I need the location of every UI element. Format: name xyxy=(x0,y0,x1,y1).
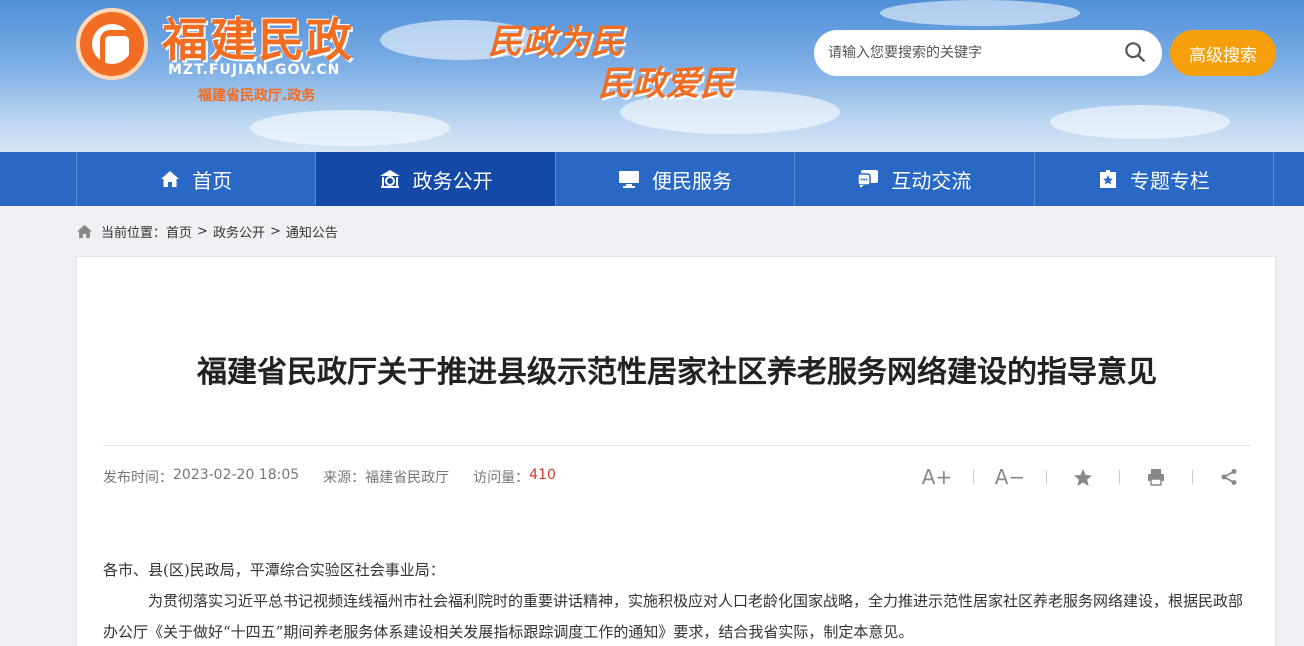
cloud-decoration xyxy=(880,0,1080,26)
site-name[interactable]: 福建民政 xyxy=(162,4,354,70)
favorite-button[interactable] xyxy=(1063,463,1103,491)
nav-inner: 首页 政务公开 便民服务 互动交流 专题专栏 xyxy=(76,152,1275,206)
home-icon xyxy=(161,171,180,187)
cloud-decoration xyxy=(250,110,450,146)
monitor-icon xyxy=(619,171,640,188)
article-paragraph: 为贯彻落实习近平总书记视频连线福州市社会福利院时的重要讲话精神，实施积极应对人口… xyxy=(103,592,1244,641)
site-subtitle: 福建省民政厅.政务 xyxy=(198,88,316,104)
breadcrumb-separator: > xyxy=(269,223,281,239)
share-icon xyxy=(1221,469,1237,485)
star-icon xyxy=(1074,468,1092,486)
nav-item-public-service[interactable]: 便民服务 xyxy=(554,152,794,206)
site-logo[interactable] xyxy=(76,8,148,80)
breadcrumb-prefix: 当前位置： xyxy=(101,225,167,241)
article-meta: 发布时间： 2023-02-20 18:05 来源： 福建省民政厅 访问量： 4… xyxy=(103,467,556,487)
nav-item-label: 首页 xyxy=(192,168,233,193)
publish-time: 2023-02-20 18:05 xyxy=(173,467,300,483)
home-icon xyxy=(77,224,92,238)
nav-item-label: 便民服务 xyxy=(652,168,733,193)
breadcrumb-separator: > xyxy=(197,223,208,239)
cloud-decoration xyxy=(1050,105,1230,139)
nav-item-label: 政务公开 xyxy=(412,168,493,193)
article-title: 福建省民政厅关于推进县级示范性居家社区养老服务网络建设的指导意见 xyxy=(197,355,1157,390)
title-divider xyxy=(103,445,1251,446)
source-value: 福建省民政厅 xyxy=(365,470,450,486)
nav-item-label: 专题专栏 xyxy=(1129,168,1210,193)
search-icon[interactable] xyxy=(1124,41,1146,63)
breadcrumb-link-home[interactable]: 首页 xyxy=(166,222,192,241)
source-label: 来源： xyxy=(323,470,366,486)
breadcrumb-link-notices[interactable]: 通知公告 xyxy=(286,222,338,241)
tool-separator xyxy=(973,470,974,484)
nav-item-label: 互动交流 xyxy=(891,168,972,193)
article-tools: A+ A− xyxy=(917,463,1249,491)
font-decrease-button[interactable]: A− xyxy=(990,463,1030,491)
slogan-2: 民政爱民 xyxy=(598,64,734,104)
search-box xyxy=(814,30,1162,76)
article-salutation: 各市、县(区)民政局，平潭综合实验区社会事业局： xyxy=(103,561,445,579)
nav-item-home[interactable]: 首页 xyxy=(76,152,315,206)
nav-item-interaction[interactable]: 互动交流 xyxy=(794,152,1033,206)
printer-icon xyxy=(1148,469,1164,486)
font-increase-button[interactable]: A+ xyxy=(917,463,957,491)
article-body: 各市、县(区)民政局，平潭综合实验区社会事业局： 为贯彻落实习近平总书记视频连线… xyxy=(103,555,1251,646)
nav-item-special-topics[interactable]: 专题专栏 xyxy=(1033,152,1275,206)
logo-emblem-icon xyxy=(92,24,134,64)
views-label: 访问量： xyxy=(473,470,530,486)
article-container: 福建省民政厅关于推进县级示范性居家社区养老服务网络建设的指导意见 发布时间： 2… xyxy=(76,256,1276,646)
print-button[interactable] xyxy=(1136,463,1176,491)
views-count: 410 xyxy=(529,467,556,483)
publish-time-label: 发布时间： xyxy=(103,470,173,486)
share-button[interactable] xyxy=(1209,463,1249,491)
tool-separator xyxy=(1119,470,1120,484)
main-nav: 首页 政务公开 便民服务 互动交流 专题专栏 xyxy=(0,152,1304,206)
chat-icon xyxy=(857,170,879,188)
tool-separator xyxy=(1046,470,1047,484)
government-icon xyxy=(379,170,400,188)
search-input[interactable] xyxy=(828,45,1118,61)
breadcrumb-link-government-affairs[interactable]: 政务公开 xyxy=(213,222,265,241)
tool-separator xyxy=(1192,470,1193,484)
site-header: 福建民政 MZT.FUJIAN.GOV.CN 福建省民政厅.政务 民政为民 民政… xyxy=(0,0,1304,152)
site-url: MZT.FUJIAN.GOV.CN xyxy=(168,62,341,78)
star-folder-icon xyxy=(1099,170,1116,188)
nav-item-government-affairs[interactable]: 政务公开 xyxy=(315,152,555,206)
breadcrumb: 当前位置： 首页 > 政务公开 > 通知公告 xyxy=(76,220,338,242)
advanced-search-button[interactable]: 高级搜索 xyxy=(1170,30,1276,76)
